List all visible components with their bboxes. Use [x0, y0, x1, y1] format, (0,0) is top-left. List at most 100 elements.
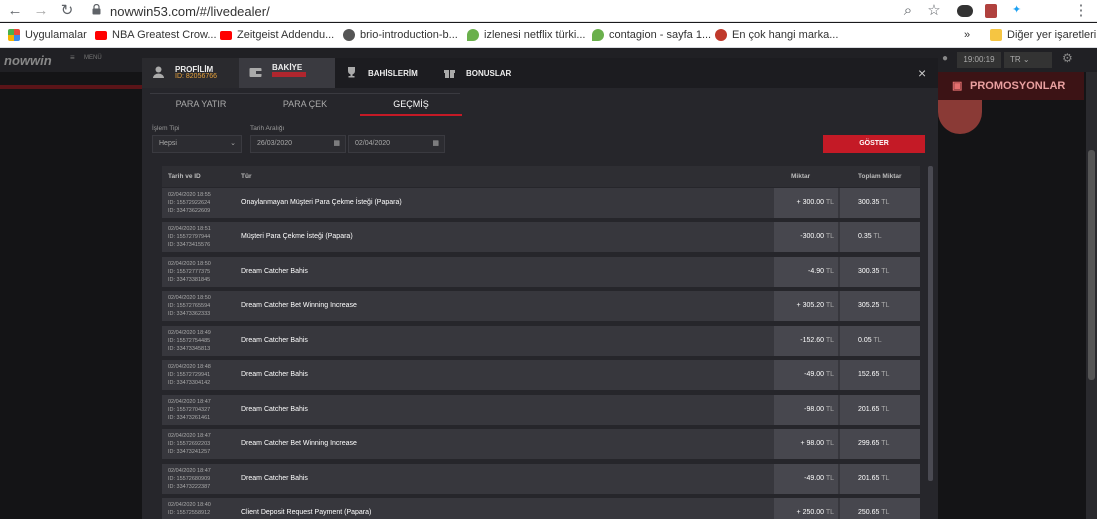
- subtab-deposit[interactable]: PARA YATIR: [150, 95, 252, 116]
- row-type: Onaylanmayan Müşteri Para Çekme İsteği (…: [241, 199, 402, 206]
- help-icon[interactable]: ●: [942, 53, 948, 64]
- menu-icon[interactable]: ≡: [70, 53, 75, 62]
- total-cell: 152.65 TL: [840, 360, 920, 390]
- address-bar[interactable]: nowwin53.com/#/livedealer/: [84, 1, 950, 21]
- pdf-extension-icon[interactable]: [985, 4, 997, 18]
- total-cell: 300.35 TL: [840, 257, 920, 287]
- row-total: 0.35: [858, 233, 872, 240]
- subtabs-divider: [150, 93, 460, 94]
- bookmark-star-icon[interactable]: ☆: [925, 2, 943, 20]
- row-id-primary: ID: 15572558912: [168, 510, 211, 516]
- row-id-primary: ID: 15572680909: [168, 476, 211, 482]
- currency-label: TL: [881, 199, 890, 206]
- row-id-primary: ID: 15572692203: [168, 441, 211, 447]
- back-icon[interactable]: ←: [6, 2, 24, 20]
- amount-cell: + 98.00 TL: [774, 429, 838, 459]
- column-total: Toplam Miktar: [858, 173, 902, 180]
- url-text: nowwin53.com/#/livedealer/: [110, 4, 270, 19]
- table-row: 02/04/2020 18:49 ID: 15572754485 ID: 33473…: [162, 326, 920, 356]
- currency-label: TL: [825, 268, 834, 275]
- apps-grid-icon: [8, 29, 20, 41]
- column-type: Tür: [241, 173, 252, 180]
- subtab-withdraw[interactable]: PARA ÇEK: [254, 95, 356, 116]
- extension-icon[interactable]: [957, 5, 973, 17]
- page-scrollbar-thumb[interactable]: [1088, 150, 1095, 380]
- language-select[interactable]: TR ⌄: [1004, 52, 1052, 68]
- total-cell: 0.05 TL: [840, 326, 920, 356]
- currency-label: TL: [873, 233, 882, 240]
- calendar-icon: ▦: [333, 140, 340, 147]
- menu-label[interactable]: MENÜ: [84, 55, 102, 61]
- site-logo[interactable]: nowwin: [4, 53, 52, 68]
- row-amount: -152.60: [800, 337, 824, 344]
- row-date: 02/04/2020 18:49: [168, 330, 211, 336]
- currency-label: TL: [881, 302, 890, 309]
- trophy-icon: [348, 67, 355, 78]
- row-id-primary: ID: 15572704327: [168, 407, 211, 413]
- table-row: 02/04/2020 18:47 ID: 15572680909 ID: 33473…: [162, 464, 920, 494]
- row-id-primary: ID: 15572922624: [168, 200, 211, 206]
- bookmark-apps[interactable]: Uygulamalar: [8, 27, 87, 43]
- question-icon: [715, 29, 727, 41]
- bookmark-item[interactable]: brio-introduction-b...: [343, 27, 458, 43]
- row-date: 02/04/2020 18:50: [168, 295, 211, 301]
- subtab-history[interactable]: GEÇMİŞ: [360, 95, 462, 116]
- date-from-input[interactable]: 26/03/2020 ▦: [250, 135, 346, 153]
- row-total: 250.65: [858, 509, 880, 516]
- row-id-secondary: ID: 33473345813: [168, 346, 211, 352]
- amount-cell: + 305.20 TL: [774, 291, 838, 321]
- bookmark-item[interactable]: izlenesi netflix türki...: [467, 27, 585, 43]
- currency-label: TL: [881, 268, 890, 275]
- row-amount: + 300.00: [796, 199, 824, 206]
- row-id-primary: ID: 15572777375: [168, 269, 211, 275]
- bookmark-item[interactable]: En çok hangi marka...: [715, 27, 838, 43]
- browser-menu-icon[interactable]: ⋮: [1072, 2, 1090, 20]
- show-button[interactable]: GÖSTER: [823, 135, 925, 153]
- settings-icon[interactable]: ⚙: [1062, 51, 1073, 65]
- tab-bonuses[interactable]: BONUSLAR: [433, 58, 533, 88]
- row-amount: -4.90: [808, 268, 824, 275]
- zoom-icon[interactable]: ⌕: [899, 2, 917, 20]
- currency-label: TL: [881, 440, 890, 447]
- row-date: 02/04/2020 18:48: [168, 364, 211, 370]
- table-row: 02/04/2020 18:50 ID: 15572765594 ID: 33473…: [162, 291, 920, 321]
- bookmark-item[interactable]: contagion - sayfa 1...: [592, 27, 711, 43]
- row-amount: + 98.00: [800, 440, 824, 447]
- date-id-cell: 02/04/2020 18:55 ID: 15572922624 ID: 33473…: [168, 191, 211, 215]
- twitter-extension-icon[interactable]: ✦: [1012, 3, 1021, 16]
- balance-masked: [272, 72, 306, 77]
- reload-icon[interactable]: ↻: [58, 2, 76, 20]
- promotions-button[interactable]: ▣ PROMOSYONLAR: [938, 72, 1084, 100]
- currency-label: TL: [825, 509, 834, 516]
- tab-my-bets[interactable]: BAHİSLERİM: [335, 58, 433, 88]
- table-scrollbar[interactable]: [928, 166, 933, 481]
- date-to-input[interactable]: 02/04/2020 ▦: [348, 135, 445, 153]
- row-amount: -300.00: [800, 233, 824, 240]
- row-total: 201.65: [858, 475, 880, 482]
- transaction-type-select[interactable]: Hepsi ⌄: [152, 135, 242, 153]
- table-row: 02/04/2020 18:55 ID: 15572922624 ID: 33473…: [162, 188, 920, 218]
- bookmark-item[interactable]: Zeitgeist Addendu...: [220, 27, 334, 43]
- other-bookmarks[interactable]: Diğer yer işaretleri: [990, 27, 1096, 43]
- language-value: TR: [1010, 55, 1021, 64]
- currency-label: TL: [825, 302, 834, 309]
- date-id-cell: 02/04/2020 18:47 ID: 15572704327 ID: 33473…: [168, 398, 211, 422]
- tab-balance[interactable]: BAKİYE: [239, 58, 335, 88]
- forward-icon[interactable]: →: [32, 2, 50, 20]
- row-amount: -49.00: [804, 475, 824, 482]
- currency-label: TL: [881, 509, 890, 516]
- bookmark-item[interactable]: NBA Greatest Crow...: [95, 27, 217, 43]
- row-type: Dream Catcher Bahis: [241, 337, 308, 344]
- balance-subtabs: PARA YATIR PARA ÇEK GEÇMİŞ: [150, 95, 462, 116]
- date-to-value: 02/04/2020: [355, 140, 391, 147]
- row-id-primary: ID: 15572729941: [168, 372, 211, 378]
- tab-profile[interactable]: PROFİLİM ID: 82056766: [142, 58, 239, 88]
- row-type: Dream Catcher Bahis: [241, 475, 308, 482]
- close-icon[interactable]: ×: [918, 65, 926, 81]
- bookmark-label: En çok hangi marka...: [732, 29, 839, 41]
- bookmark-label: Uygulamalar: [25, 29, 87, 41]
- row-id-secondary: ID: 33473622609: [168, 208, 211, 214]
- date-from-value: 26/03/2020: [257, 140, 293, 147]
- bookmark-label: Zeitgeist Addendu...: [237, 29, 335, 41]
- bookmarks-overflow-button[interactable]: »: [964, 27, 970, 43]
